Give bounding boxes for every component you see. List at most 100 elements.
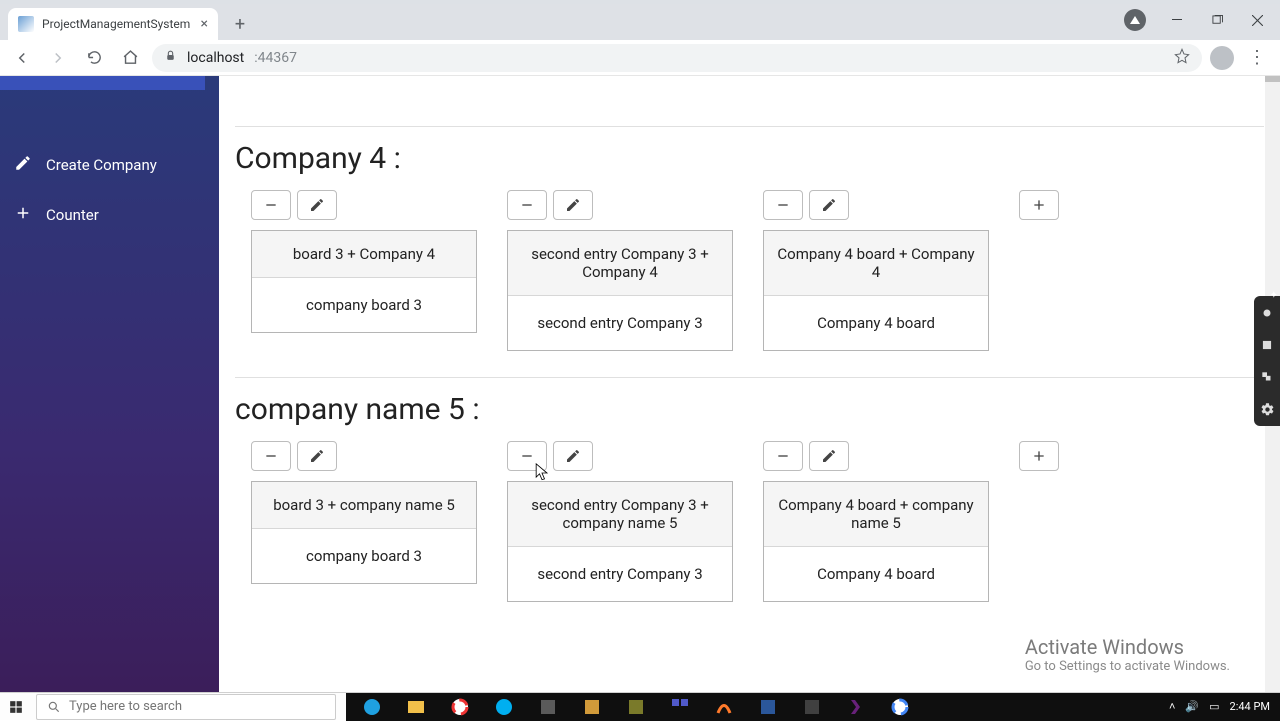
- board-card-body: second entry Company 3: [508, 547, 732, 601]
- taskbar-app-icon[interactable]: [666, 696, 694, 718]
- browser-toolbar: localhost :44367 ⋮: [0, 40, 1280, 76]
- board-column: [1019, 441, 1059, 481]
- board-card-body: company board 3: [252, 278, 476, 332]
- sidebar-item-label: Counter: [46, 206, 99, 224]
- board-card[interactable]: board 3 + Company 4 company board 3: [251, 230, 477, 333]
- remove-board-button[interactable]: [507, 190, 547, 220]
- favicon: [18, 16, 34, 32]
- remove-board-button[interactable]: [763, 441, 803, 471]
- reload-button[interactable]: [80, 44, 108, 72]
- board-column: second entry Company 3 + Company 4 secon…: [507, 190, 733, 351]
- sidebar-item-label: Create Company: [46, 156, 157, 174]
- board-card[interactable]: board 3 + company name 5 company board 3: [251, 481, 477, 584]
- add-board-button[interactable]: [1019, 190, 1059, 220]
- taskbar-app-icon[interactable]: [622, 696, 650, 718]
- taskbar-app-icon[interactable]: [886, 696, 914, 718]
- tray-battery-icon[interactable]: ▭: [1209, 700, 1219, 713]
- forward-button[interactable]: [44, 44, 72, 72]
- remove-board-button[interactable]: [251, 441, 291, 471]
- taskbar-search[interactable]: Type here to search: [36, 694, 336, 720]
- main-content: Company 4 : board 3 + Company 4 company …: [219, 76, 1280, 692]
- board-card-title: Company 4 board + company name 5: [764, 482, 988, 547]
- taskbar-app-icon[interactable]: [534, 696, 562, 718]
- tab-title: ProjectManagementSystem: [42, 17, 190, 31]
- edit-board-button[interactable]: [553, 190, 593, 220]
- edit-board-button[interactable]: [809, 190, 849, 220]
- board-column: Company 4 board + company name 5 Company…: [763, 441, 989, 602]
- widget-item-icon[interactable]: [1254, 366, 1280, 388]
- tray-volume-icon[interactable]: 🔊: [1185, 700, 1199, 713]
- board-card-title: board 3 + Company 4: [252, 231, 476, 278]
- sidebar-item-counter[interactable]: Counter: [0, 190, 219, 240]
- edit-board-button[interactable]: [553, 441, 593, 471]
- close-window-icon[interactable]: [1248, 11, 1266, 29]
- remove-board-button[interactable]: [763, 190, 803, 220]
- board-column: [1019, 190, 1059, 230]
- board-card[interactable]: Company 4 board + Company 4 Company 4 bo…: [763, 230, 989, 351]
- new-tab-button[interactable]: +: [226, 10, 254, 38]
- back-button[interactable]: [8, 44, 36, 72]
- company-section: Company 4 : board 3 + Company 4 company …: [235, 126, 1264, 351]
- company-section: company name 5 : board 3 + company name …: [235, 377, 1264, 602]
- start-button[interactable]: [0, 693, 32, 721]
- taskbar: Type here to search ˄ 🔊 ▭ 2:44 PM: [0, 692, 1280, 720]
- url-port: :44367: [254, 50, 297, 66]
- widget-item-icon[interactable]: [1254, 334, 1280, 356]
- board-card[interactable]: second entry Company 3 + Company 4 secon…: [507, 230, 733, 351]
- plus-icon: [14, 204, 32, 226]
- board-card-body: Company 4 board: [764, 547, 988, 601]
- board-card-body: company board 3: [252, 529, 476, 583]
- board-card-title: Company 4 board + Company 4: [764, 231, 988, 296]
- pin-icon[interactable]: ✦: [1270, 290, 1278, 301]
- taskbar-app-icon[interactable]: [798, 696, 826, 718]
- gear-icon[interactable]: [1254, 398, 1280, 420]
- dev-side-widget[interactable]: ✦: [1254, 296, 1280, 426]
- taskbar-search-placeholder: Type here to search: [69, 699, 182, 714]
- address-bar[interactable]: localhost :44367: [152, 44, 1202, 72]
- taskbar-app-icon[interactable]: [490, 696, 518, 718]
- taskbar-app-icon[interactable]: [402, 696, 430, 718]
- edit-board-button[interactable]: [809, 441, 849, 471]
- tray-time: 2:44 PM: [1230, 700, 1270, 713]
- minimize-icon[interactable]: [1168, 11, 1186, 29]
- widget-item-icon[interactable]: [1254, 302, 1280, 324]
- taskbar-app-icon[interactable]: [358, 696, 386, 718]
- taskbar-app-icon[interactable]: [446, 696, 474, 718]
- board-column: board 3 + company name 5 company board 3: [251, 441, 477, 584]
- remove-board-button[interactable]: [507, 441, 547, 471]
- avatar[interactable]: [1210, 46, 1234, 70]
- taskbar-apps: [346, 693, 1159, 721]
- board-card-title: second entry Company 3 + Company 4: [508, 231, 732, 296]
- browser-tab[interactable]: ProjectManagementSystem ×: [8, 8, 218, 40]
- menu-icon[interactable]: ⋮: [1248, 55, 1266, 61]
- remove-board-button[interactable]: [251, 190, 291, 220]
- window-controls: [1124, 4, 1280, 36]
- board-card-title: second entry Company 3 + company name 5: [508, 482, 732, 547]
- system-tray[interactable]: ˄ 🔊 ▭ 2:44 PM: [1159, 693, 1280, 721]
- board-card-body: second entry Company 3: [508, 296, 732, 350]
- tab-strip: ProjectManagementSystem × +: [0, 4, 1280, 40]
- edit-board-button[interactable]: [297, 190, 337, 220]
- bookmark-icon[interactable]: [1174, 48, 1190, 68]
- lock-icon: [164, 49, 177, 66]
- company-title: company name 5 :: [235, 392, 1264, 427]
- board-card-body: Company 4 board: [764, 296, 988, 350]
- board-card[interactable]: second entry Company 3 + company name 5 …: [507, 481, 733, 602]
- url-host: localhost: [187, 50, 244, 66]
- maximize-icon[interactable]: [1208, 11, 1226, 29]
- sidebar-active-indicator: [0, 76, 205, 90]
- add-board-button[interactable]: [1019, 441, 1059, 471]
- taskbar-app-icon[interactable]: [578, 696, 606, 718]
- taskbar-app-icon[interactable]: [754, 696, 782, 718]
- close-tab-icon[interactable]: ×: [201, 16, 208, 32]
- taskbar-app-icon[interactable]: [710, 696, 738, 718]
- board-card[interactable]: Company 4 board + company name 5 Company…: [763, 481, 989, 602]
- board-column: second entry Company 3 + company name 5 …: [507, 441, 733, 602]
- profile-badge-icon[interactable]: [1124, 9, 1146, 31]
- home-button[interactable]: [116, 44, 144, 72]
- board-card-title: board 3 + company name 5: [252, 482, 476, 529]
- sidebar-item-create-company[interactable]: Create Company: [0, 140, 219, 190]
- edit-board-button[interactable]: [297, 441, 337, 471]
- taskbar-app-icon[interactable]: [842, 696, 870, 718]
- tray-chevron-icon[interactable]: ˄: [1169, 700, 1175, 713]
